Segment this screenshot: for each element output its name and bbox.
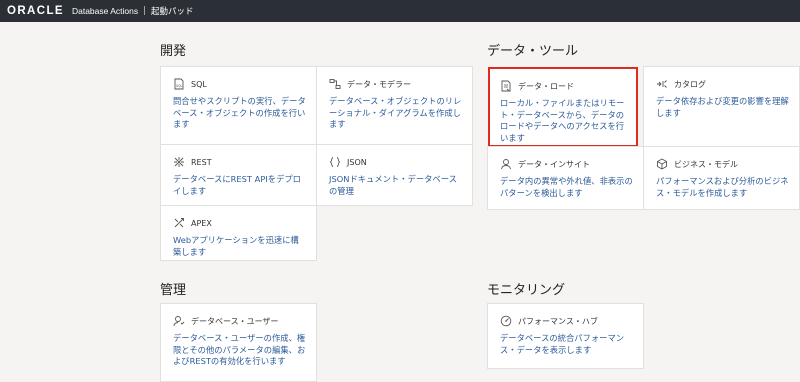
card-title: ビジネス・モデル [674, 159, 738, 169]
card-json[interactable]: JSON JSONドキュメント・データベースの管理 [316, 144, 473, 206]
card-title: パフォーマンス・ハブ [518, 316, 598, 326]
card-description[interactable]: データベースにREST APIをデプロイします [173, 174, 307, 197]
card-description[interactable]: パフォーマンスおよび分析のビジネス・モデルを作成します [656, 176, 790, 199]
card-data-load[interactable]: データ・ロード ローカル・ファイルまたはリモート・データベースから、データのロー… [488, 67, 638, 147]
data-modeler-icon [329, 78, 341, 90]
card-title: データ・ロード [518, 81, 574, 91]
card-description[interactable]: データベース・オブジェクトのリレーショナル・ダイアグラムを作成します [329, 96, 463, 131]
card-title: JSON [347, 157, 367, 167]
card-description[interactable]: Webアプリケーションを迅速に構築します [173, 235, 307, 258]
top-bar: ORACLE Database Actions | 起動パッド [0, 0, 800, 22]
rest-icon [173, 156, 185, 168]
json-braces-icon [329, 156, 341, 168]
card-description[interactable]: JSONドキュメント・データベースの管理 [329, 174, 463, 197]
card-title: データベース・ユーザー [191, 316, 279, 326]
app-name[interactable]: Database Actions [72, 6, 138, 16]
card-performance-hub[interactable]: パフォーマンス・ハブ データベースの統合パフォーマンス・データを表示します [487, 303, 644, 369]
card-business-model[interactable]: ビジネス・モデル パフォーマンスおよび分析のビジネス・モデルを作成します [643, 146, 800, 210]
card-description[interactable]: データベースの統合パフォーマンス・データを表示します [500, 333, 634, 356]
section-title-administration: 管理 [160, 283, 187, 298]
card-title: データ・モデラー [347, 79, 411, 89]
section-title-monitoring: モニタリング [487, 283, 566, 298]
page-title: 起動パッド [151, 7, 194, 17]
card-description[interactable]: 問合せやスクリプトの実行、データベース・オブジェクトの作成を行います [173, 96, 307, 131]
card-database-users[interactable]: データベース・ユーザー データベース・ユーザーの作成、権限とその他のパラメータの… [160, 303, 317, 382]
header-separator: | [143, 6, 146, 16]
card-sql[interactable]: SQL SQL 問合せやスクリプトの実行、データベース・オブジェクトの作成を行い… [160, 66, 317, 145]
card-title: APEX [191, 218, 212, 228]
card-title: カタログ [674, 79, 706, 89]
sql-icon: SQL [173, 78, 185, 90]
svg-text:SQL: SQL [176, 84, 183, 88]
data-load-icon [500, 80, 512, 92]
card-title: SQL [191, 79, 207, 89]
card-description[interactable]: データ依存および変更の影響を理解します [656, 96, 790, 119]
data-insights-icon [500, 158, 512, 170]
card-apex[interactable]: APEX Webアプリケーションを迅速に構築します [160, 205, 317, 261]
card-description[interactable]: ローカル・ファイルまたはリモート・データベースから、データのロードやデータへのア… [500, 98, 627, 144]
section-title-data-tools: データ・ツール [487, 44, 579, 59]
card-catalog[interactable]: カタログ データ依存および変更の影響を理解します [643, 66, 800, 147]
performance-gauge-icon [500, 315, 512, 327]
card-rest[interactable]: REST データベースにREST APIをデプロイします [160, 144, 317, 206]
card-title: REST [191, 157, 212, 167]
card-data-insights[interactable]: データ・インサイト データ内の異常や外れ値、非表示のパターンを検出します [487, 146, 644, 210]
oracle-logo[interactable]: ORACLE [7, 5, 64, 17]
catalog-icon [656, 78, 668, 90]
card-description[interactable]: データベース・ユーザーの作成、権限とその他のパラメータの編集、およびRESTの有… [173, 333, 307, 368]
card-title: データ・インサイト [518, 159, 590, 169]
database-users-icon [173, 315, 185, 327]
business-model-cube-icon [656, 158, 668, 170]
apex-icon [173, 217, 185, 229]
card-description[interactable]: データ内の異常や外れ値、非表示のパターンを検出します [500, 176, 634, 199]
card-data-modeler[interactable]: データ・モデラー データベース・オブジェクトのリレーショナル・ダイアグラムを作成… [316, 66, 473, 145]
section-title-development: 開発 [160, 44, 187, 59]
